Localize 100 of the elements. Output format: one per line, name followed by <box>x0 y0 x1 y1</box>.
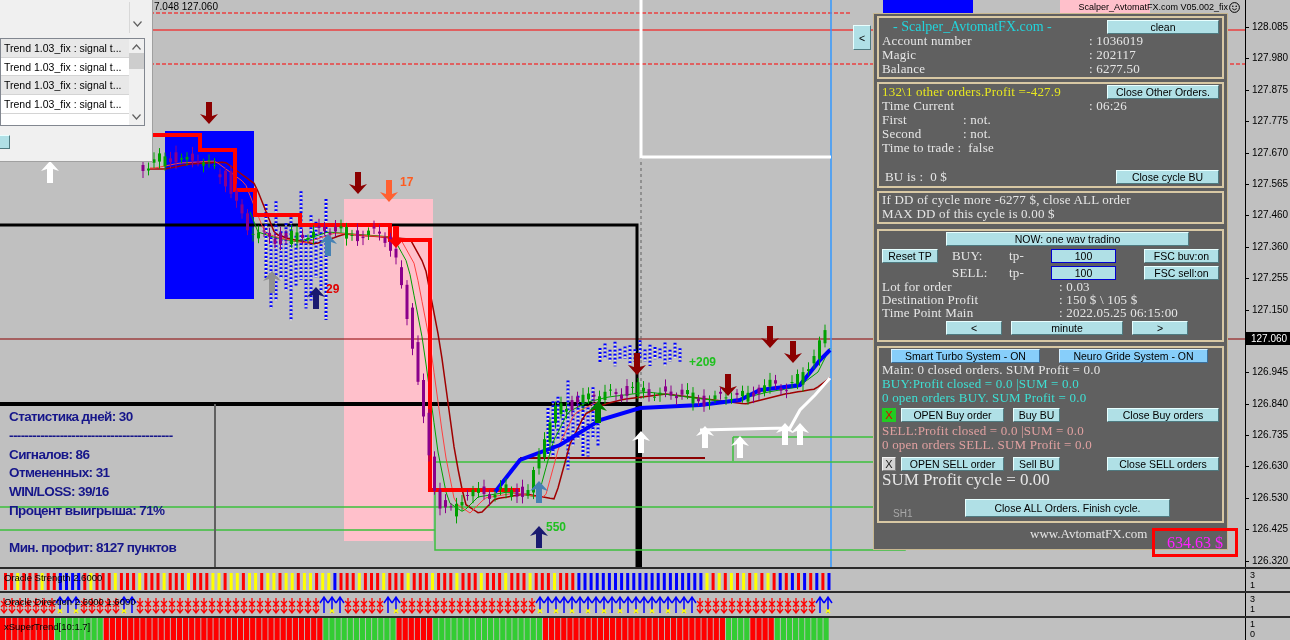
scroll-down-icon <box>132 114 141 120</box>
previous-button[interactable]: < <box>946 321 1002 335</box>
side-label: SELL: <box>952 266 989 280</box>
up-arrow-icon <box>696 426 714 448</box>
collapse-button[interactable]: < <box>853 25 871 50</box>
candlestick <box>444 493 447 514</box>
candlestick <box>823 324 827 348</box>
candlestick <box>312 225 315 245</box>
candlestick <box>724 390 728 406</box>
candlestick <box>202 158 205 173</box>
system-button[interactable]: Smart Turbo System - ON <box>891 349 1040 363</box>
candlestick <box>675 392 678 406</box>
candlestick <box>559 396 563 419</box>
candlestick <box>493 489 497 503</box>
candlestick <box>587 386 590 405</box>
side-label: BUY: <box>952 249 984 263</box>
candlestick <box>774 374 777 390</box>
candlestick <box>158 147 161 169</box>
fsc-button[interactable]: FSC buv:on <box>1144 249 1219 263</box>
tp-input[interactable]: 100 <box>1051 266 1116 280</box>
candlestick <box>235 183 238 209</box>
open-order-button[interactable]: OPEN SELL order <box>901 457 1004 471</box>
close-cycle-button[interactable]: Close cycle BU <box>1116 170 1219 184</box>
candlestick <box>449 502 453 512</box>
candlestick <box>405 279 409 326</box>
candlestick <box>785 383 788 399</box>
chart-label: SH1 <box>893 507 913 520</box>
close-orders-button[interactable]: Close Buy orders <box>1107 408 1219 422</box>
candlestick <box>642 380 645 399</box>
candlestick <box>273 231 277 249</box>
candlestick <box>702 388 706 413</box>
scrollbar[interactable] <box>129 39 144 125</box>
system-button[interactable]: Neuro Gride System - ON <box>1059 349 1208 363</box>
candlestick <box>191 146 194 168</box>
price-label: 127.460 <box>1246 209 1290 222</box>
close-orders-button[interactable]: Close SELL orders <box>1107 457 1219 471</box>
candlestick <box>268 227 271 245</box>
candlestick <box>339 219 343 234</box>
reset-tp-button[interactable]: Reset TP <box>882 249 938 263</box>
candlestick <box>603 384 607 405</box>
candlestick <box>521 479 524 504</box>
field-value: : 6277.50 <box>1089 62 1141 76</box>
mode-button[interactable]: NOW: one wav tradino <box>946 232 1189 246</box>
next-button[interactable]: > <box>1132 321 1188 335</box>
close-other-button[interactable]: Close Other Orders. <box>1107 85 1219 99</box>
list-item[interactable]: Trend 1.03_fix : signal t... <box>1 39 129 58</box>
price-label: 127.565 <box>1246 177 1290 190</box>
status-line: BU is : 0 $ <box>885 170 947 184</box>
summary-line: Main: 0 closed orders. SUM Profit = 0.0 <box>882 363 1101 377</box>
candlestick <box>763 378 766 397</box>
toggle-button[interactable]: X <box>882 457 896 471</box>
candlestick <box>504 477 508 499</box>
fsc-button[interactable]: FSC sell:on <box>1144 266 1219 280</box>
website-text: www.AvtomatFX.com <box>1030 526 1148 542</box>
field-label: Time Current <box>882 99 956 113</box>
field-value: : 1036019 <box>1089 34 1145 48</box>
candlestick <box>697 394 700 407</box>
candlestick <box>741 385 744 404</box>
candlestick <box>213 157 216 170</box>
chart-title: Scalper_AvtomatFX.com V05.002_fix <box>1078 2 1228 13</box>
candlestick <box>614 388 618 402</box>
candlestick <box>548 416 552 450</box>
up-arrow-icon <box>791 423 809 445</box>
candlestick <box>812 349 816 370</box>
candlestick <box>323 221 326 236</box>
candlestick <box>411 302 414 356</box>
up-arrow-icon <box>41 161 59 183</box>
candlestick <box>345 222 348 247</box>
candlestick <box>240 198 244 220</box>
candlestick <box>664 378 667 398</box>
candlestick <box>609 383 612 397</box>
tp-input[interactable]: 100 <box>1051 249 1116 263</box>
price-quote: 7.048 127.060 <box>154 1 218 12</box>
chart-label: 17 <box>400 176 414 189</box>
field-value: : 150 $ \ 105 $ <box>1059 293 1139 307</box>
list-item[interactable]: Trend 1.03_fix : signal t... <box>1 76 129 96</box>
open-order-button[interactable]: OPEN Buy order <box>901 408 1004 422</box>
field-value: : 202117 <box>1089 48 1137 62</box>
breakeven-button[interactable]: Buy BU <box>1013 408 1060 422</box>
period-button[interactable]: minute <box>1011 321 1123 335</box>
price-label: 126.320 <box>1246 554 1290 567</box>
candlestick <box>400 259 403 290</box>
candlestick <box>543 431 546 462</box>
price-label: 126.425 <box>1246 523 1290 536</box>
price-label: 126.945 <box>1246 366 1290 379</box>
candlestick <box>636 377 640 400</box>
summary-line: 0 open orders SELL. SUM Profit = 0.0 <box>882 438 1092 452</box>
candlestick <box>482 479 486 501</box>
clean-button[interactable]: clean <box>1107 20 1219 34</box>
smiley-icon <box>1229 2 1240 13</box>
summary-line: BUY:Profit closed = 0.0 |SUM = 0.0 <box>882 377 1079 391</box>
candlestick <box>246 208 249 236</box>
stats-line: Мин. профит: 8127 пунктов <box>9 538 178 557</box>
candlestick <box>361 230 365 246</box>
scrollbar-thumb[interactable] <box>129 53 144 69</box>
field-label: Balance <box>882 62 927 76</box>
candlestick <box>290 224 293 249</box>
breakeven-button[interactable]: Sell BU <box>1013 457 1060 471</box>
price-label: 126.735 <box>1246 429 1290 442</box>
close-all-button[interactable]: Close ALL Orders. Finish cycle. <box>965 499 1170 517</box>
